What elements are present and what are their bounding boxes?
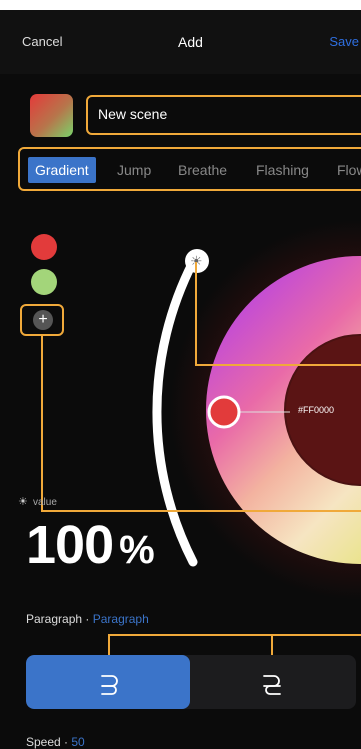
brightness-number: 100 — [26, 515, 114, 575]
annotation-line — [195, 364, 361, 366]
paragraph-sep: · — [82, 612, 93, 626]
annotation-line — [108, 634, 361, 636]
loop-reverse-icon — [263, 675, 281, 695]
brightness-unit: % — [119, 528, 155, 572]
direction-reverse-button[interactable] — [190, 655, 356, 709]
sun-icon: ☀ — [190, 254, 203, 270]
annotation-line — [195, 262, 197, 366]
speed-sep: · — [60, 735, 72, 749]
direction-toggle — [26, 655, 356, 709]
add-color-button[interactable]: + — [33, 310, 53, 330]
save-button[interactable]: Save — [329, 34, 359, 49]
speed-value[interactable]: 50 — [71, 735, 84, 749]
tab-breathe[interactable]: Breathe — [178, 157, 227, 183]
color-dot-green[interactable] — [31, 269, 57, 295]
status-bar — [0, 0, 361, 10]
paragraph-setting: Paragraph · Paragraph — [26, 612, 149, 626]
color-handle[interactable] — [207, 395, 241, 429]
brightness-value: 100% — [26, 515, 155, 580]
scene-name-input[interactable]: New scene — [98, 106, 167, 122]
tab-flashing[interactable]: Flashing — [256, 157, 309, 183]
annotation-line — [41, 510, 361, 512]
brightness-icon: ☀ — [18, 496, 28, 508]
paragraph-label: Paragraph — [26, 612, 83, 626]
direction-forward-button[interactable] — [26, 655, 190, 709]
hex-value: #FF0000 — [298, 405, 335, 415]
brightness-handle[interactable] — [185, 249, 209, 273]
brightness-label: value — [33, 497, 57, 508]
paragraph-value[interactable]: Paragraph — [93, 612, 149, 626]
speed-label: Speed — [26, 735, 61, 749]
annotation-line — [41, 336, 43, 512]
tab-flow[interactable]: Flow — [337, 157, 361, 183]
brightness-track[interactable] — [152, 257, 198, 567]
nav-bar: Cancel Add Save — [0, 10, 361, 74]
color-dot-red[interactable] — [31, 234, 57, 260]
scene-name-box[interactable]: New scene — [86, 95, 361, 135]
scene-color-swatch[interactable] — [30, 94, 73, 137]
mode-tabs: Gradient Jump Breathe Flashing Flow — [18, 147, 361, 191]
add-color-box: + — [20, 304, 64, 336]
page-title: Add — [178, 34, 203, 50]
tab-jump[interactable]: Jump — [117, 157, 151, 183]
tab-gradient[interactable]: Gradient — [28, 157, 96, 183]
speed-setting: Speed · 50 — [26, 735, 85, 749]
loop-forward-icon — [101, 675, 118, 695]
